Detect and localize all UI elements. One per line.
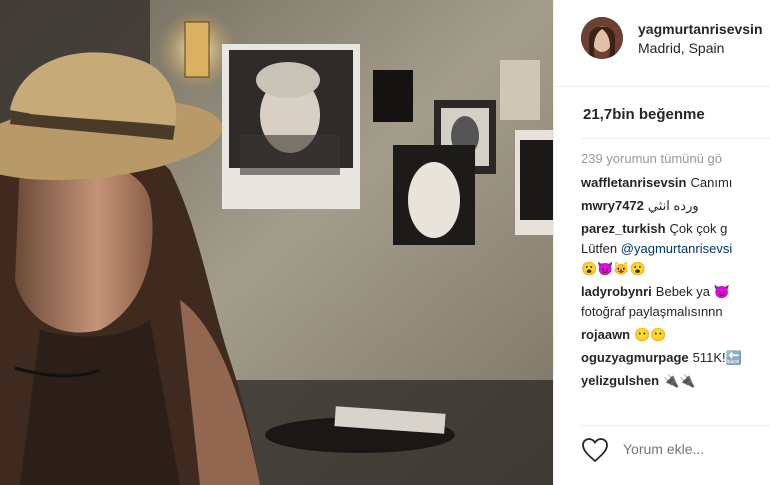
post-header: yagmurtanrisevsin Madrid, Spain xyxy=(554,0,770,87)
comment-text: 😶😶 xyxy=(634,327,667,342)
comment-text-line2: fotoğraf paylaşmalısınnn xyxy=(581,304,723,319)
post-username[interactable]: yagmurtanrisevsin xyxy=(638,21,763,37)
post-sidebar: yagmurtanrisevsin Madrid, Spain 21,7bin … xyxy=(553,0,770,485)
comment-text-line2: Lütfen xyxy=(581,241,618,256)
add-comment-input[interactable] xyxy=(623,441,770,457)
comment: ladyrobynri Bebek ya 😈 fotoğraf paylaşmal… xyxy=(581,282,770,322)
comment-text: 🔌🔌 xyxy=(663,373,696,388)
comment-text-line3: 😮😈😺😮 xyxy=(581,261,646,276)
comment-text: Bebek ya 😈 xyxy=(655,284,730,299)
post-photo-illustration xyxy=(0,0,553,485)
comment-username[interactable]: yelizgulshen xyxy=(581,373,659,388)
comment-text: 511K!🔙 xyxy=(692,350,742,365)
comment: waffletanrisevsin Canımı xyxy=(581,173,770,193)
like-button[interactable] xyxy=(581,437,609,463)
comments-list: 239 yorumun tümünü gö waffletanrisevsin C… xyxy=(581,148,770,391)
comment-text: Çok çok g xyxy=(669,221,728,236)
comment: oguzyagmurpage 511K!🔙 xyxy=(581,348,770,368)
divider xyxy=(581,425,770,426)
comment: parez_turkish Çok çok g Lütfen @yagmurtan… xyxy=(581,219,770,279)
view-all-comments-link[interactable]: 239 yorumun tümünü gö xyxy=(581,148,770,170)
heart-icon xyxy=(582,438,608,463)
comment: mwry7472 ورده انثي xyxy=(581,196,770,216)
likes-count[interactable]: 21,7bin beğenme xyxy=(583,106,705,123)
comment: rojaawn 😶😶 xyxy=(581,325,770,345)
comment-username[interactable]: ladyrobynri xyxy=(581,284,652,299)
post-photo[interactable] xyxy=(0,0,553,485)
avatar-image xyxy=(581,17,623,59)
comment-username[interactable]: rojaawn xyxy=(581,327,630,342)
instagram-post-view: yagmurtanrisevsin Madrid, Spain 21,7bin … xyxy=(0,0,770,485)
comment-text: Canımı xyxy=(690,175,733,190)
comment-username[interactable]: waffletanrisevsin xyxy=(581,175,687,190)
comment-username[interactable]: oguzyagmurpage xyxy=(581,350,689,365)
comment-username[interactable]: parez_turkish xyxy=(581,221,666,236)
comment: yelizgulshen 🔌🔌 xyxy=(581,371,770,391)
comment-mention[interactable]: @yagmurtanrisevsi xyxy=(621,241,732,256)
comment-username[interactable]: mwry7472 xyxy=(581,198,644,213)
post-location[interactable]: Madrid, Spain xyxy=(638,40,724,56)
divider xyxy=(581,138,770,139)
avatar[interactable] xyxy=(581,17,623,59)
comment-text: ورده انثي xyxy=(647,198,699,213)
